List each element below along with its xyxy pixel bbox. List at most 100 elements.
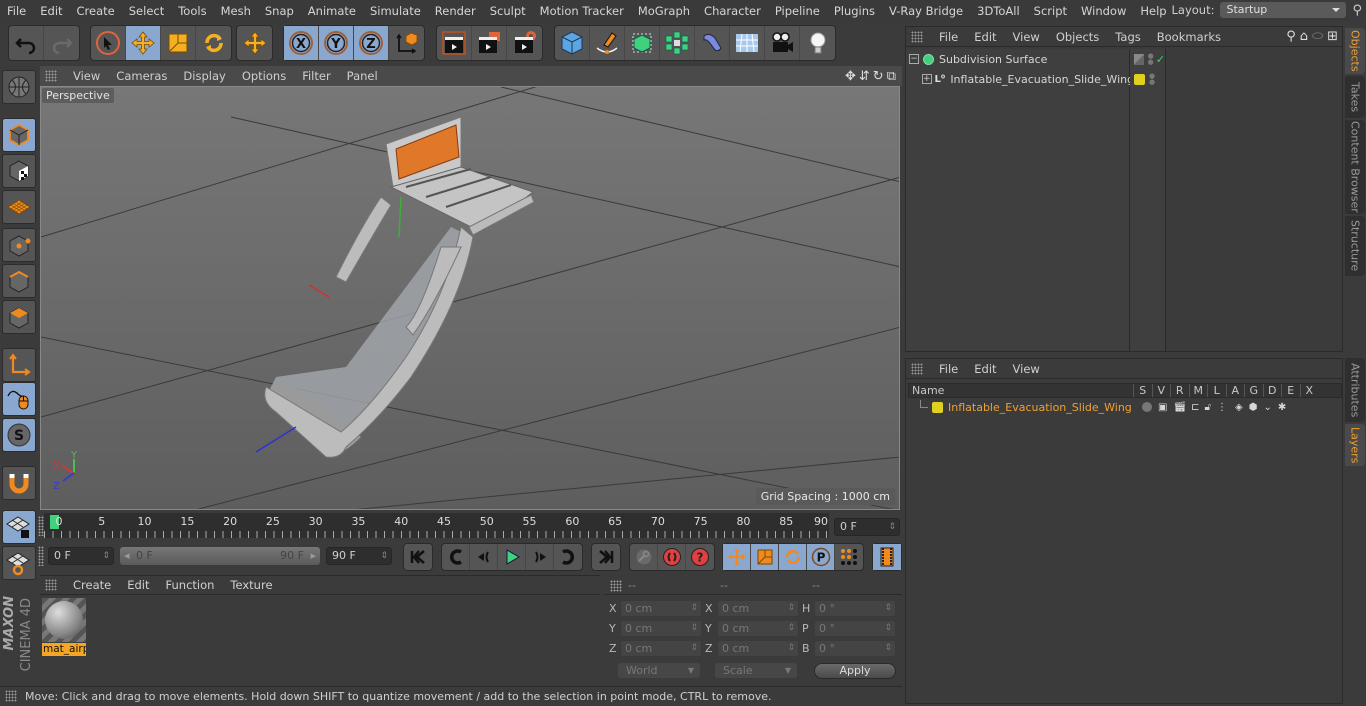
om-menu-bookmarks[interactable]: Bookmarks xyxy=(1149,30,1229,44)
layout-dropdown[interactable]: Startup xyxy=(1220,2,1347,18)
expressions-toggle-icon[interactable]: ⌄ xyxy=(1263,402,1271,413)
rotation-key-button[interactable] xyxy=(779,544,807,570)
menu-mograph[interactable]: MoGraph xyxy=(631,4,697,18)
animation-toggle-icon[interactable]: ⋮ xyxy=(1217,402,1227,413)
camera-button[interactable] xyxy=(765,26,800,60)
apply-button[interactable]: Apply xyxy=(814,663,896,679)
scale-key-button[interactable] xyxy=(751,544,779,570)
visibility-dots-icon[interactable]: ● ● xyxy=(1149,73,1155,86)
bend-button[interactable] xyxy=(695,26,730,60)
cube-button[interactable] xyxy=(555,26,590,60)
column-generators[interactable]: G xyxy=(1244,384,1263,397)
menu-edit[interactable]: Edit xyxy=(33,4,69,18)
lm-menu-view[interactable]: View xyxy=(1005,362,1048,376)
scale-tool-button[interactable] xyxy=(161,26,196,60)
object-row[interactable]: + L⁰ Inflatable_Evacuation_Slide_Wing xyxy=(906,69,1134,89)
camera-label[interactable]: Perspective xyxy=(42,88,114,103)
y-axis-lock-button[interactable]: Y xyxy=(319,26,354,60)
viewport-menu-options[interactable]: Options xyxy=(234,69,294,83)
manager-toggle-icon[interactable]: ⊏ xyxy=(1191,402,1199,413)
floor-button[interactable] xyxy=(730,26,765,60)
light-button[interactable] xyxy=(800,26,835,60)
layer-color-swatch[interactable] xyxy=(932,401,943,413)
generators-toggle-icon[interactable]: ◈ xyxy=(1235,402,1243,413)
panel-grip[interactable] xyxy=(5,690,17,702)
panel-grip[interactable] xyxy=(45,579,57,591)
layer-filter-icon[interactable]: ⬭ xyxy=(1312,29,1323,44)
current-frame-field[interactable]: 0 F xyxy=(834,518,900,536)
column-render[interactable]: R xyxy=(1170,384,1189,397)
3d-viewport[interactable]: Y X Z Grid Spacing : 1000 cm xyxy=(40,86,900,510)
tab-layers[interactable]: Layers xyxy=(1345,424,1365,466)
panel-grip[interactable] xyxy=(610,580,622,592)
tweak-mode-button[interactable] xyxy=(2,382,36,416)
tab-takes[interactable]: Takes xyxy=(1345,76,1365,118)
coordinate-system-button[interactable] xyxy=(389,26,424,60)
lm-menu-edit[interactable]: Edit xyxy=(966,362,1004,376)
column-name[interactable]: Name xyxy=(909,384,1133,397)
texture-mode-button[interactable] xyxy=(2,154,36,188)
redo-button[interactable] xyxy=(44,26,79,60)
goto-previous-key-button[interactable] xyxy=(442,544,470,570)
rotation-h-field[interactable]: 0 ° xyxy=(814,600,896,617)
model-mode-button[interactable] xyxy=(2,118,36,152)
material-item[interactable]: mat_airp xyxy=(42,598,86,656)
menu-plugins[interactable]: Plugins xyxy=(827,4,882,18)
panel-grip[interactable] xyxy=(45,70,57,82)
layer-name[interactable]: Inflatable_Evacuation_Slide_Wing xyxy=(948,401,1138,414)
menu-select[interactable]: Select xyxy=(122,4,171,18)
cloner-button[interactable] xyxy=(660,26,695,60)
om-menu-view[interactable]: View xyxy=(1005,30,1048,44)
size-y-field[interactable]: 0 cm xyxy=(717,620,799,637)
deformers-toggle-icon[interactable]: ⬢ xyxy=(1249,402,1258,413)
make-editable-button[interactable] xyxy=(2,70,36,104)
search-icon[interactable]: ⚲ xyxy=(1352,3,1362,18)
start-frame-field[interactable]: 0 F xyxy=(48,547,114,565)
play-button[interactable] xyxy=(498,544,526,570)
edge-mode-button[interactable] xyxy=(2,264,36,298)
tab-content-browser[interactable]: Content Browser xyxy=(1345,120,1365,214)
column-deformers[interactable]: D xyxy=(1262,384,1282,397)
viewport-orbit-icon[interactable]: ↻ xyxy=(873,69,884,84)
view-toggle-icon[interactable]: ▣ xyxy=(1158,402,1167,413)
menu-mesh[interactable]: Mesh xyxy=(214,4,258,18)
viewport-dolly-icon[interactable]: ⇵ xyxy=(859,69,870,84)
material-menu-texture[interactable]: Texture xyxy=(222,578,280,592)
lock-toggle-icon[interactable]: 🔓︎ xyxy=(1205,402,1211,413)
menu-help[interactable]: Help xyxy=(1133,4,1173,18)
column-animation[interactable]: A xyxy=(1225,384,1245,397)
material-menu-create[interactable]: Create xyxy=(65,578,119,592)
tab-structure[interactable]: Structure xyxy=(1345,216,1365,276)
snap-button[interactable]: S xyxy=(2,418,36,452)
timeline-ruler[interactable]: 0 5 10 15 20 25 30 35 40 45 50 55 60 65 70 75 80 85 90 xyxy=(44,513,829,538)
move-tool-button[interactable] xyxy=(126,26,161,60)
expand-icon[interactable]: + xyxy=(922,74,932,84)
render-settings-button[interactable] xyxy=(507,26,542,60)
menu-create[interactable]: Create xyxy=(70,4,122,18)
magnet-button[interactable] xyxy=(2,466,36,500)
menu-window[interactable]: Window xyxy=(1074,4,1133,18)
next-frame-button[interactable] xyxy=(526,544,554,570)
goto-next-key-button[interactable] xyxy=(554,544,582,570)
column-manager[interactable]: M xyxy=(1188,384,1208,397)
rotate-tool-button[interactable] xyxy=(196,26,231,60)
object-name[interactable]: Inflatable_Evacuation_Slide_Wing xyxy=(950,73,1134,86)
viewport-pan-icon[interactable]: ✥ xyxy=(845,69,856,84)
preview-range-slider[interactable]: ◂ 0 F 90 F ▸ xyxy=(120,547,320,565)
tab-attributes[interactable]: Attributes xyxy=(1345,358,1365,422)
layer-row[interactable]: Inflatable_Evacuation_Slide_Wing ▣ 🎬︎ ⊏ … xyxy=(908,399,1342,415)
transport-grip[interactable] xyxy=(38,546,44,566)
size-z-field[interactable]: 0 cm xyxy=(717,640,799,657)
point-mode-button[interactable] xyxy=(2,228,36,262)
visibility-dots-icon[interactable]: ● ● xyxy=(1148,53,1154,66)
x-axis-lock-button[interactable]: X xyxy=(284,26,319,60)
column-view[interactable]: V xyxy=(1151,384,1171,397)
keyframe-selection-button[interactable]: ? xyxy=(686,544,714,570)
layer-color-swatch[interactable] xyxy=(1134,73,1145,85)
render-toggle-icon[interactable]: 🎬︎ xyxy=(1173,402,1186,413)
transform-mode-dropdown[interactable]: Scale ▼ xyxy=(715,663,797,678)
recent-move-button[interactable] xyxy=(237,26,272,60)
object-name[interactable]: Subdivision Surface xyxy=(939,53,1047,66)
position-key-button[interactable] xyxy=(723,544,751,570)
menu-sculpt[interactable]: Sculpt xyxy=(483,4,533,18)
